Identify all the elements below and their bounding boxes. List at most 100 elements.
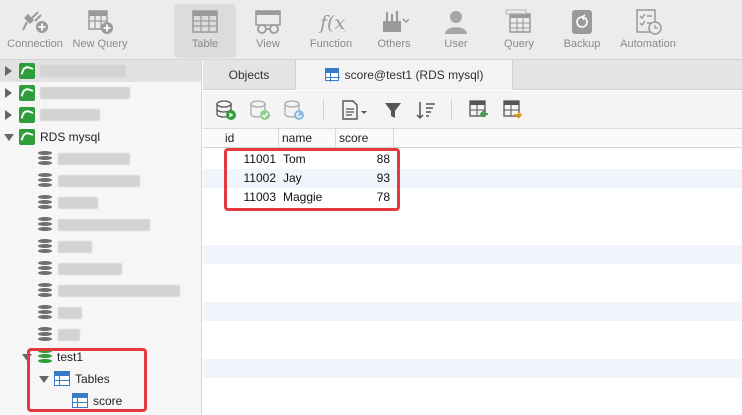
tab-score-table[interactable]: score@test1 (RDS mysql)	[295, 60, 513, 90]
redacted-database-name	[58, 263, 122, 275]
database-icon	[38, 195, 52, 211]
cell-id[interactable]: 11001	[222, 150, 276, 169]
database-row-redacted[interactable]	[0, 302, 201, 324]
cell-score[interactable]: 78	[336, 188, 390, 207]
expand-arrow-icon[interactable]	[5, 110, 12, 120]
tables-folder-icon	[54, 371, 70, 386]
database-icon	[38, 283, 52, 299]
toolbar-separator	[323, 99, 324, 121]
redacted-connection-name	[40, 87, 130, 99]
others-button[interactable]: Others	[364, 4, 424, 58]
database-icon	[38, 217, 52, 233]
user-button[interactable]: User	[426, 4, 486, 58]
database-row-redacted[interactable]	[0, 280, 201, 302]
rollback-icon[interactable]	[283, 99, 305, 121]
cell-score[interactable]: 88	[336, 150, 390, 169]
cell-name[interactable]: Jay	[283, 169, 302, 188]
column-header-id[interactable]: id	[222, 129, 279, 148]
query-label: Query	[504, 38, 534, 50]
table-icon	[72, 393, 88, 408]
connection-row-rds-mysql[interactable]: RDS mysql	[0, 126, 201, 148]
function-button[interactable]: f(x) Function	[300, 4, 362, 58]
connection-row-redacted-2[interactable]	[0, 82, 201, 104]
cell-name[interactable]: Maggie	[283, 188, 322, 207]
user-icon	[445, 11, 467, 34]
cell-name[interactable]: Tom	[283, 150, 306, 169]
new-query-label: New Query	[72, 38, 128, 50]
table-row-score[interactable]: score	[0, 390, 201, 412]
view-button[interactable]: View	[238, 4, 298, 58]
connection-button[interactable]: Connection	[2, 4, 68, 58]
redacted-database-name	[58, 285, 180, 297]
table-row[interactable]: 11003 Maggie 78	[203, 188, 742, 207]
table-icon	[192, 10, 218, 33]
cell-score[interactable]: 93	[336, 169, 390, 188]
backup-icon	[572, 10, 592, 34]
database-open-icon	[38, 349, 52, 365]
toolbar-separator	[451, 99, 452, 121]
connection-tree-sidebar: RDS mysql test1 Tables score	[0, 60, 202, 415]
database-row-redacted[interactable]	[0, 258, 201, 280]
cell-id[interactable]: 11002	[222, 169, 276, 188]
expand-arrow-icon[interactable]	[5, 88, 12, 98]
database-icon	[38, 305, 52, 321]
redacted-database-name	[58, 197, 98, 209]
filter-icon[interactable]	[382, 99, 404, 121]
user-label: User	[444, 38, 468, 50]
database-icon	[38, 239, 52, 255]
backup-button[interactable]: Backup	[552, 4, 612, 58]
database-name: test1	[57, 350, 84, 364]
query-button[interactable]: Query	[489, 4, 549, 58]
tab-objects[interactable]: Objects	[203, 60, 295, 90]
redacted-database-name	[58, 219, 150, 231]
plug-plus-icon	[22, 11, 48, 33]
database-row-redacted[interactable]	[0, 192, 201, 214]
collapse-arrow-icon[interactable]	[22, 354, 32, 361]
database-icon	[38, 173, 52, 189]
backup-label: Backup	[563, 38, 601, 50]
commit-icon[interactable]	[249, 99, 271, 121]
tables-folder-label: Tables	[75, 372, 110, 386]
table-name: score	[93, 394, 123, 408]
table-button[interactable]: Table	[174, 4, 236, 58]
new-query-button[interactable]: New Query	[68, 4, 132, 58]
table-label: Table	[191, 38, 219, 50]
expand-arrow-icon[interactable]	[5, 66, 12, 76]
sort-icon[interactable]	[415, 99, 437, 121]
table-toolbar	[203, 91, 742, 129]
connection-row-redacted-1[interactable]	[0, 60, 201, 82]
database-row-redacted[interactable]	[0, 214, 201, 236]
cell-id[interactable]: 11003	[222, 188, 276, 207]
tab-objects-label: Objects	[228, 68, 270, 82]
automation-button[interactable]: Automation	[614, 4, 682, 58]
column-header-score[interactable]: score	[336, 129, 394, 148]
database-row-redacted[interactable]	[0, 324, 201, 346]
redacted-database-name	[58, 175, 140, 187]
column-header-name[interactable]: name	[279, 129, 336, 148]
function-label: Function	[309, 38, 353, 50]
mysql-connection-icon	[19, 63, 35, 79]
redacted-connection-name	[40, 65, 126, 77]
export-icon[interactable]	[502, 99, 524, 121]
query-table-icon	[505, 9, 531, 33]
database-row-redacted[interactable]	[0, 170, 201, 192]
table-row[interactable]: 11002 Jay 93	[203, 169, 742, 188]
connection-row-redacted-3[interactable]	[0, 104, 201, 126]
tables-folder-row[interactable]: Tables	[0, 368, 201, 390]
import-icon[interactable]	[468, 99, 490, 121]
table-row[interactable]: 11001 Tom 88	[203, 150, 742, 169]
begin-transaction-icon[interactable]	[215, 99, 237, 121]
collapse-arrow-icon[interactable]	[4, 134, 14, 141]
text-view-dropdown-icon[interactable]	[339, 99, 369, 121]
glasses-table-icon	[255, 10, 281, 34]
collapse-arrow-icon[interactable]	[39, 376, 49, 383]
tools-icon	[383, 11, 409, 32]
connection-label: Connection	[7, 38, 63, 50]
database-row-test1[interactable]: test1	[0, 346, 201, 368]
database-row-redacted[interactable]	[0, 236, 201, 258]
checklist-clock-icon	[636, 9, 662, 35]
redacted-database-name	[58, 153, 130, 165]
empty-row	[203, 302, 742, 321]
main-toolbar: Connection New Query Table View f(x Func…	[0, 0, 742, 60]
database-row-redacted[interactable]	[0, 148, 201, 170]
